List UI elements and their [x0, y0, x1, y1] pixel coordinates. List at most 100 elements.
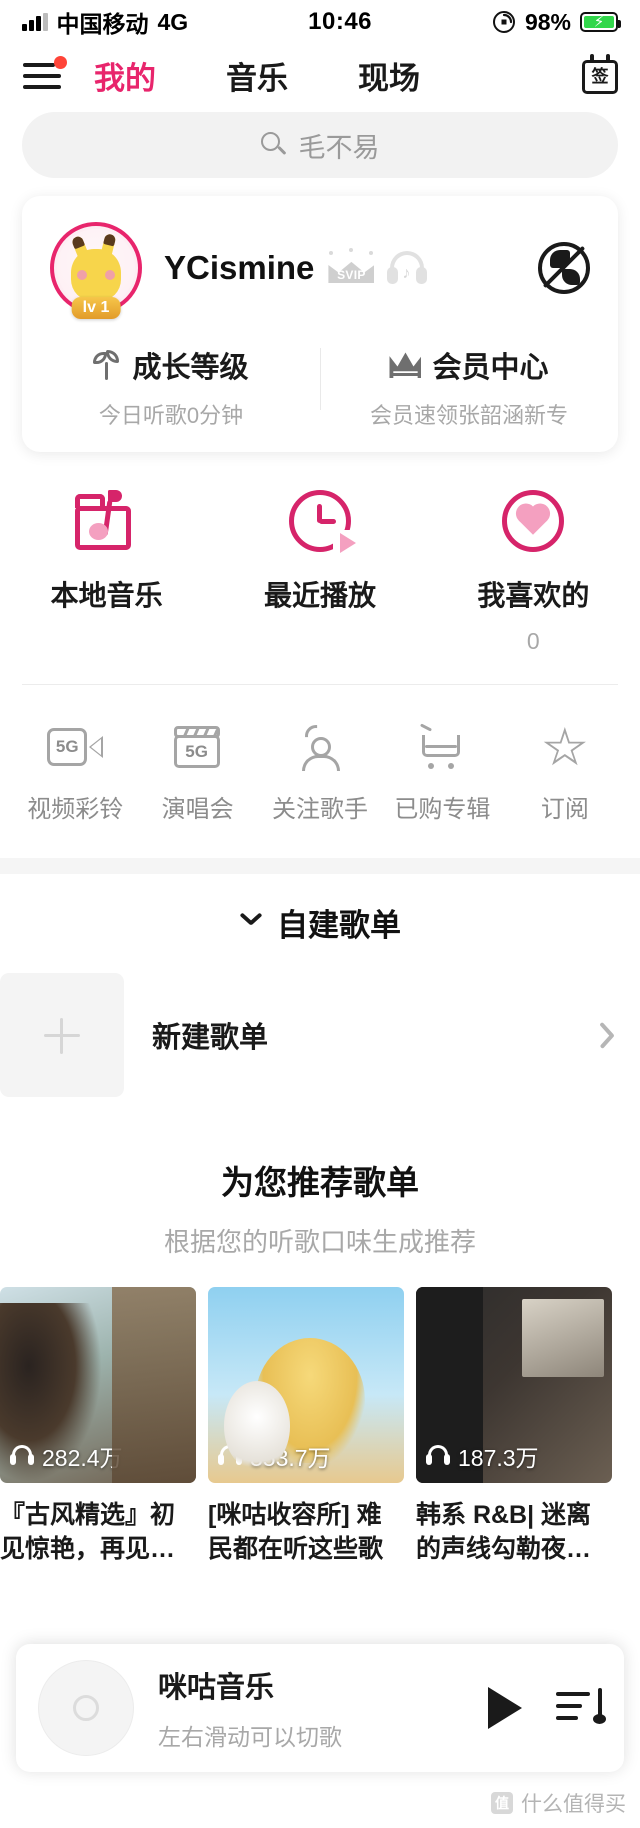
profile-card: lv 1 YCismine SVIP ♪ 成长等级 今日听歌0分钟 会员中心 会…: [22, 196, 618, 452]
feature-label: 订阅: [540, 796, 589, 823]
battery-charging-icon: ⚡: [580, 12, 621, 32]
play-count: 353.7万: [218, 1439, 331, 1473]
plus-icon: [0, 973, 124, 1097]
quick-actions-row: 本地音乐 最近播放 我喜欢的 0: [0, 452, 640, 662]
playlist-title: [咪咕收容所] 难民都在听这些歌: [208, 1501, 384, 1563]
playlist-cover: 353.7万: [208, 1287, 404, 1483]
player-text: 咪咕音乐 左右滑动可以切歌: [158, 1664, 488, 1752]
recommend-card-list: 282.4万 『古风精选』初见惊艳，再见… 353.7万 [咪咕收容所] 难民都…: [0, 1287, 640, 1566]
headphone-badge-icon[interactable]: ♪: [386, 249, 428, 287]
notification-dot: [54, 56, 67, 69]
playlist-title: 韩系 R&B| 迷离的声线勾勒夜…: [416, 1501, 592, 1563]
quick-action-count: [213, 628, 426, 652]
watermark-text: 什么值得买: [521, 1793, 626, 1816]
watermark: 值 什么值得买: [491, 1788, 626, 1818]
status-bar: 中国移动 4G 10:46 98% ⚡: [0, 0, 640, 44]
play-count: 282.4万: [10, 1439, 123, 1473]
album-disc-icon[interactable]: [38, 1660, 134, 1756]
tab-live[interactable]: 现场: [352, 53, 426, 98]
quick-action-favorites[interactable]: 我喜欢的 0: [427, 486, 640, 654]
search-icon: [260, 132, 287, 158]
battery-percent-label: 98%: [524, 8, 571, 35]
recommend-title: 为您推荐歌单: [221, 1164, 419, 1201]
quick-action-label: 本地音乐: [50, 580, 163, 611]
top-nav-bar: 我的 音乐 现场 签: [0, 44, 640, 106]
quick-action-count: 0: [526, 628, 540, 654]
playlist-card[interactable]: 282.4万 『古风精选』初见惊艳，再见…: [0, 1287, 196, 1566]
chevron-down-icon: [239, 915, 263, 929]
play-icon[interactable]: [488, 1687, 522, 1729]
recommend-section: 为您推荐歌单 根据您的听歌口味生成推荐 282.4万 『古风精选』初见惊艳，再见…: [0, 1100, 640, 1566]
rotation-lock-icon: [492, 11, 515, 33]
quick-action-label: 我喜欢的: [477, 580, 590, 611]
search-section: 毛不易: [0, 106, 640, 190]
calendar-checkin-icon[interactable]: 签: [580, 54, 620, 96]
app-root: 中国移动 4G 10:46 98% ⚡ 我的 音乐 现场 签 毛不易 lv 1 …: [0, 0, 640, 1828]
recommend-subtitle: 根据您的听歌口味生成推荐: [163, 1227, 476, 1257]
quick-action-recent-play[interactable]: 最近播放: [213, 486, 426, 652]
quick-action-count: [0, 628, 213, 652]
create-playlist-row[interactable]: 新建歌单: [0, 970, 640, 1100]
my-playlists-title: 自建歌单: [277, 907, 401, 943]
level-badge: lv 1: [71, 297, 121, 319]
playlist-card[interactable]: 187.3万 韩系 R&B| 迷离的声线勾勒夜…: [416, 1287, 612, 1566]
5g-video-ringtone-icon: 5G: [47, 728, 104, 768]
checkin-char: 签: [591, 67, 609, 86]
network-label: 4G: [157, 8, 189, 35]
sprout-icon: [93, 350, 121, 380]
section-gap: [0, 858, 640, 874]
headphone-play-count-icon: [10, 1445, 34, 1467]
5g-concert-clapperboard-icon: 5G: [173, 726, 222, 770]
profile-header: lv 1 YCismine SVIP ♪: [22, 222, 618, 319]
headphone-play-count-icon: [218, 1445, 242, 1467]
local-music-folder-icon: [74, 490, 139, 550]
entry-growth-subtitle: 今日听歌0分钟: [98, 403, 244, 428]
tab-music[interactable]: 音乐: [220, 53, 294, 98]
quick-action-local-music[interactable]: 本地音乐: [0, 486, 213, 652]
play-count-label: 353.7万: [250, 1445, 331, 1471]
mini-player[interactable]: 咪咕音乐 左右滑动可以切歌: [16, 1644, 624, 1772]
feature-row: 5G 视频彩铃 5G 演唱会 关注歌手 已购专辑 订阅: [0, 685, 640, 858]
entry-growth-level[interactable]: 成长等级 今日听歌0分钟: [22, 344, 320, 430]
recent-play-clock-icon: [288, 490, 359, 556]
playlist-cover: 187.3万: [416, 1287, 612, 1483]
subscription-star-icon: [541, 725, 589, 771]
feature-followed-artist[interactable]: 关注歌手: [259, 721, 381, 824]
crown-icon: [389, 352, 422, 378]
playlist-queue-icon[interactable]: [556, 1688, 606, 1728]
my-playlists-header[interactable]: 自建歌单: [0, 874, 640, 970]
chevron-right-icon: [596, 1020, 612, 1050]
clock-label: 10:46: [308, 8, 373, 35]
play-count-label: 187.3万: [458, 1445, 539, 1471]
feature-label: 关注歌手: [272, 796, 369, 823]
migu-logo-icon[interactable]: [538, 242, 590, 294]
play-count: 187.3万: [426, 1439, 539, 1473]
crown-svip-icon[interactable]: SVIP: [328, 248, 375, 285]
feature-video-ringtone[interactable]: 5G 视频彩铃: [14, 721, 136, 824]
watermark-badge: 值: [491, 1792, 513, 1814]
entry-growth-title: 成长等级: [132, 352, 249, 384]
nav-tabs: 我的 音乐 现场: [88, 53, 580, 98]
playlist-card[interactable]: 353.7万 [咪咕收容所] 难民都在听这些歌: [208, 1287, 404, 1566]
username-label: YCismine: [164, 249, 315, 286]
feature-concert[interactable]: 5G 演唱会: [136, 721, 258, 824]
pikachu-avatar[interactable]: lv 1: [50, 222, 142, 319]
player-title: 咪咕音乐: [158, 1672, 275, 1704]
tab-mine[interactable]: 我的: [88, 53, 162, 98]
headphone-play-count-icon: [426, 1445, 450, 1467]
feature-subscription[interactable]: 订阅: [504, 721, 626, 824]
play-count-label: 282.4万: [42, 1445, 123, 1471]
hamburger-menu-icon[interactable]: [20, 56, 67, 92]
entry-member-center[interactable]: 会员中心 会员速领张韶涵新专: [320, 344, 618, 430]
feature-label: 演唱会: [161, 796, 234, 823]
feature-label: 已购专辑: [394, 796, 491, 823]
player-hint: 左右滑动可以切歌: [158, 1724, 342, 1750]
create-playlist-label: 新建歌单: [152, 1022, 269, 1054]
playlist-cover: 282.4万: [0, 1287, 196, 1483]
playlist-title: 『古风精选』初见惊艳，再见…: [0, 1501, 176, 1563]
followed-artist-icon: [296, 725, 344, 771]
search-input[interactable]: 毛不易: [22, 112, 618, 178]
feature-purchased-album[interactable]: 已购专辑: [381, 721, 503, 824]
quick-action-label: 最近播放: [263, 580, 376, 611]
search-placeholder: 毛不易: [298, 132, 380, 163]
